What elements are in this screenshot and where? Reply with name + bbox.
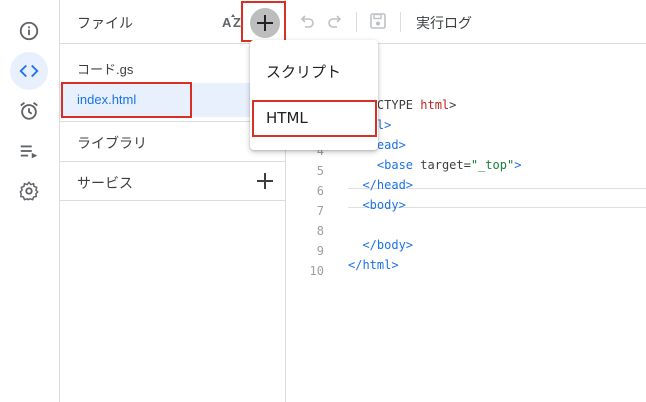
menu-item-label: スクリプト	[266, 63, 342, 81]
run-log-button[interactable]: 実行ログ	[416, 13, 472, 33]
executions-icon[interactable]	[10, 132, 48, 170]
undo-icon[interactable]	[298, 12, 316, 30]
svg-text:A: A	[222, 15, 232, 30]
info-icon[interactable]	[10, 12, 48, 50]
toolbar-divider	[400, 12, 401, 32]
save-icon[interactable]	[369, 12, 387, 30]
files-title: ファイル	[77, 16, 133, 32]
code-line: 8 </body>	[286, 210, 646, 252]
alarm-icon[interactable]	[10, 92, 48, 130]
code-line: 10	[286, 250, 646, 278]
line-number: 10	[309, 264, 324, 278]
menu-item-script[interactable]: スクリプト	[250, 50, 378, 90]
highlight-box	[252, 100, 377, 137]
divider	[60, 200, 285, 201]
toolbar-divider	[356, 12, 357, 32]
services-section[interactable]: サービス	[60, 161, 285, 202]
file-label: コード.gs	[77, 62, 134, 77]
highlight-box	[241, 1, 286, 42]
editor-toolbar: 実行ログ	[286, 0, 646, 44]
svg-text:Z: Z	[233, 15, 241, 30]
side-rail	[0, 0, 60, 402]
libraries-label: ライブラリ	[77, 136, 147, 152]
code-line: 6 <body>	[286, 170, 646, 212]
code-line: 7	[286, 190, 646, 218]
redo-icon[interactable]	[326, 12, 344, 30]
highlight-box	[61, 82, 192, 118]
code-icon[interactable]	[10, 52, 48, 90]
add-service-icon[interactable]	[255, 171, 275, 191]
code-line: 5 </head>	[286, 150, 646, 192]
services-label: サービス	[77, 176, 133, 192]
code-line: 9 </html>	[286, 230, 646, 272]
settings-icon[interactable]	[10, 172, 48, 210]
